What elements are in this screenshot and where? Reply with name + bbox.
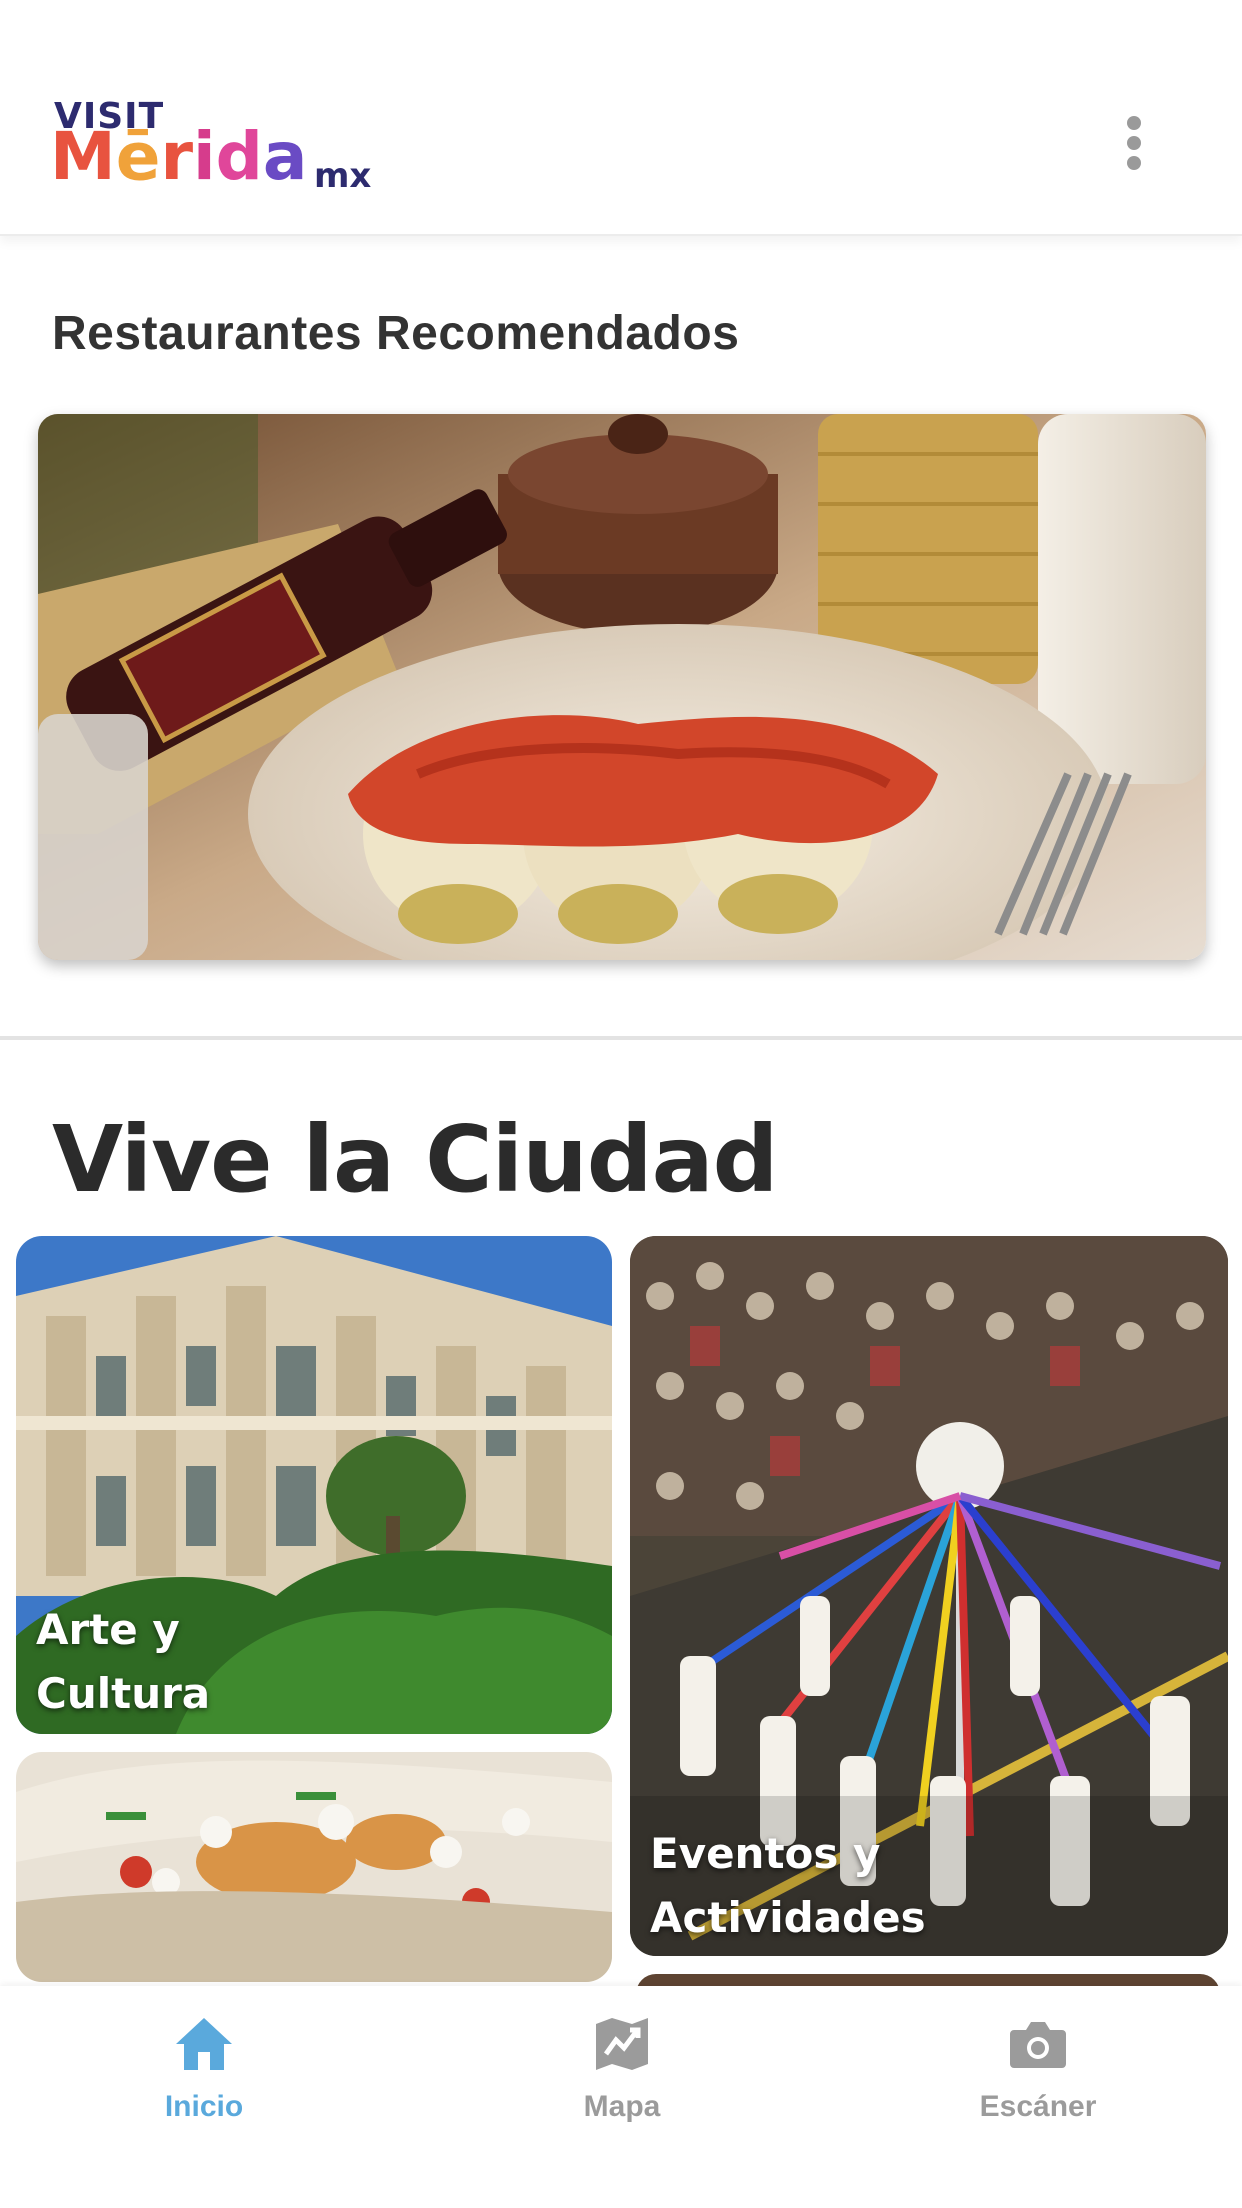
nav-item-mapa[interactable]: Mapa: [502, 2012, 742, 2124]
app-header: VISIT Mērida mx: [0, 0, 1242, 236]
city-section-title: Vive la Ciudad: [52, 1106, 779, 1213]
nav-label-inicio: Inicio: [164, 2090, 244, 2123]
nav-label-escaner: Escáner: [979, 2090, 1097, 2123]
logo-merida-wordmark: Mērida: [50, 118, 308, 195]
nav-label-mapa: Mapa: [583, 2090, 661, 2123]
section-divider: [0, 1036, 1242, 1040]
tile-eventos-y-actividades[interactable]: Eventos y Actividades: [630, 1236, 1228, 1956]
camera-icon: [1010, 2022, 1066, 2068]
home-icon: [176, 2018, 232, 2070]
bottom-navigation: Inicio Mapa Escáner: [0, 1986, 1242, 2208]
restaurants-section-title: Restaurantes Recomendados: [52, 307, 740, 360]
visit-merida-logo[interactable]: VISIT Mērida mx: [50, 96, 390, 196]
tile-arte-y-cultura[interactable]: Arte y Cultura: [16, 1236, 612, 1734]
sandwich-photo: [16, 1752, 612, 1982]
nav-item-inicio[interactable]: Inicio: [84, 2012, 324, 2124]
tile-gastronomia[interactable]: [16, 1752, 612, 1982]
logo-mx-text: mx: [314, 156, 372, 196]
tile-label-eventos: Eventos y Actividades: [650, 1829, 926, 1942]
more-vertical-icon[interactable]: [1114, 112, 1154, 176]
enchiladas-photo: [38, 414, 1206, 960]
map-icon: [596, 2018, 648, 2070]
tile-label-arte: Arte y Cultura: [36, 1605, 211, 1718]
nav-item-escaner[interactable]: Escáner: [918, 2012, 1158, 2124]
restaurant-hero-image[interactable]: [38, 414, 1206, 960]
